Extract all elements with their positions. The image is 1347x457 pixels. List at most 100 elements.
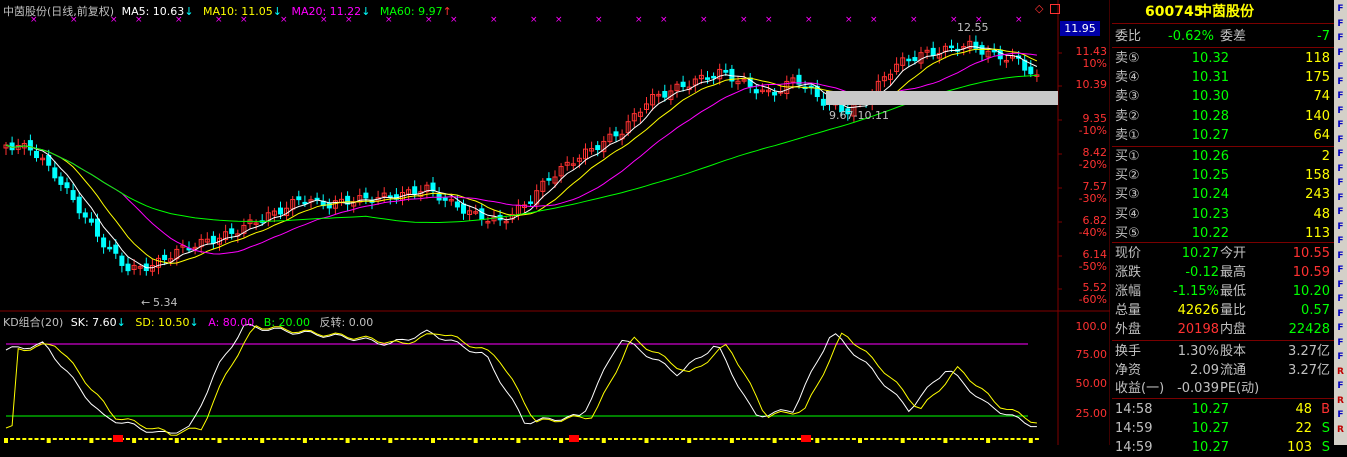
stat2-label: 流通 (1220, 362, 1247, 378)
ask-row[interactable]: 卖⑤ 10.32 118 (1112, 50, 1334, 68)
ask-price: 10.27 (1191, 127, 1229, 143)
kline-chart-area[interactable]: × × × × × × × × × × × × × × × × × × × × × × × × × × × × × 中茵股份(日线,前复… (0, 0, 1110, 445)
side-tool-icon[interactable]: R (1335, 367, 1346, 378)
side-tool-icon[interactable]: F (1335, 77, 1346, 88)
side-tool-icon[interactable]: R (1335, 396, 1346, 407)
side-tool-icon[interactable]: F (1335, 323, 1346, 334)
kd-volume-bar (699, 438, 704, 440)
side-tool-icon[interactable]: F (1335, 120, 1346, 131)
side-tool-icon[interactable]: F (1335, 280, 1346, 291)
side-tool-icon[interactable]: F (1335, 222, 1346, 233)
side-tool-icon[interactable]: F (1335, 106, 1346, 117)
kline-chart-svg[interactable]: × × × × × × × × × × × × × × × × × × × × × × × × × × × × × (0, 0, 1110, 445)
side-tool-icon[interactable]: F (1335, 410, 1346, 421)
square-icon[interactable] (1050, 4, 1060, 14)
kd-volume-bar (967, 438, 972, 440)
kd-volume-bar (540, 438, 545, 440)
kd-sd-label: SD: 10.50 (135, 316, 190, 329)
kd-volume-bar (833, 438, 838, 440)
stat2-label: 换手 (1115, 344, 1142, 359)
kd-volume-bar (187, 438, 191, 440)
stat2-label: 股本 (1220, 344, 1247, 359)
kd-volume-bar (40, 438, 45, 440)
ma5-label: MA5: 10.63 (121, 5, 185, 18)
side-tool-icon[interactable]: F (1335, 62, 1346, 73)
candle-body (930, 47, 936, 56)
kd-volume-bar (784, 438, 789, 440)
bid-row[interactable]: 买⑤ 10.22 113 (1112, 225, 1334, 243)
kd-volume-bar (52, 438, 57, 440)
ask-price: 10.28 (1191, 108, 1229, 124)
candle-body (210, 235, 216, 244)
side-tool-icon[interactable]: F (1335, 381, 1346, 392)
side-tool-icon[interactable]: F (1335, 48, 1346, 59)
side-tool-icon[interactable]: F (1335, 207, 1346, 218)
kd-volume-bar (290, 438, 295, 440)
bid-row[interactable]: 买② 10.25 158 (1112, 167, 1334, 185)
kd-volume-bar (28, 438, 33, 440)
side-tool-icon[interactable]: F (1335, 236, 1346, 247)
kd-volume-bar (772, 438, 777, 443)
percent-axis-label: -30% (1078, 192, 1107, 205)
stat-label: 涨跌 (1115, 265, 1142, 280)
ask-row[interactable]: 卖② 10.28 140 (1112, 108, 1334, 126)
signal-mark: × (765, 15, 773, 25)
ask-row[interactable]: 卖① 10.27 64 (1112, 127, 1334, 145)
side-tool-icon[interactable]: F (1335, 178, 1346, 189)
side-tool-icon[interactable]: F (1335, 19, 1346, 30)
ma20-line (5, 52, 1037, 255)
kd-volume-bar (284, 438, 289, 440)
stat-value: 10.20 (1292, 284, 1330, 299)
side-tool-icon[interactable]: F (1335, 338, 1346, 349)
kd-volume-bar (461, 438, 466, 440)
stat-value: 10.59 (1292, 265, 1330, 280)
side-tool-icon[interactable]: F (1335, 193, 1346, 204)
side-tool-icon[interactable]: R (1335, 425, 1346, 436)
kd-reverse-label: 反转: 0.00 (319, 316, 374, 329)
tick-price: 10.27 (1191, 421, 1229, 436)
side-tool-icon[interactable]: F (1335, 265, 1346, 276)
side-tool-icon[interactable]: F (1335, 91, 1346, 102)
kd-volume-bar (729, 438, 734, 443)
price-axis-label: 10.39 (1075, 78, 1108, 91)
side-tool-icon[interactable]: F (1335, 309, 1346, 320)
candle-body (52, 167, 58, 179)
candle-body (906, 58, 912, 62)
commission-ratio-value: -0.62% (1168, 29, 1214, 44)
side-tool-icon[interactable]: F (1335, 4, 1346, 15)
bid-row[interactable]: 买④ 10.23 48 (1112, 206, 1334, 224)
side-tool-icon[interactable]: F (1335, 251, 1346, 262)
diamond-icon[interactable]: ◇ (1035, 2, 1043, 15)
kd-volume-bar (4, 438, 8, 443)
ma60-label: MA60: 9.97 (379, 5, 443, 18)
ask-row[interactable]: 卖③ 10.30 74 (1112, 88, 1334, 106)
ask-row[interactable]: 卖④ 10.31 175 (1112, 69, 1334, 87)
side-tool-icon[interactable]: F (1335, 352, 1346, 363)
kd-volume-bar (620, 438, 625, 440)
bid-price: 10.23 (1191, 206, 1229, 222)
side-tool-icon[interactable]: F (1335, 164, 1346, 175)
kd-volume-bar (766, 438, 771, 440)
commission-diff-value: -7 (1317, 29, 1330, 44)
kd-volume-bar (321, 438, 326, 440)
candle-body (278, 207, 283, 215)
tick-price: 10.27 (1191, 402, 1229, 417)
kd-sk-label: SK: 7.60 (70, 316, 117, 329)
bid-row[interactable]: 买① 10.26 2 (1112, 148, 1334, 166)
signal-mark: × (845, 15, 853, 25)
kd-volume-bar (943, 438, 948, 443)
ask-label: 卖② (1115, 108, 1140, 124)
kd-volume-bar (638, 438, 643, 440)
side-tool-icon[interactable]: F (1335, 135, 1346, 146)
bid-row[interactable]: 买③ 10.24 243 (1112, 186, 1334, 204)
side-tool-icon[interactable]: F (1335, 149, 1346, 160)
side-tool-icon[interactable]: F (1335, 33, 1346, 44)
kd-axis-label: 75.00 (1075, 348, 1108, 361)
side-tool-icon[interactable]: F (1335, 294, 1346, 305)
stat-label: 最高 (1220, 265, 1247, 280)
ask-label: 卖③ (1115, 89, 1140, 105)
kd-volume-bar (589, 438, 594, 440)
kd-volume-bar (339, 438, 344, 440)
kd-volume-bar (595, 438, 600, 440)
kd-volume-bar (1028, 438, 1033, 443)
